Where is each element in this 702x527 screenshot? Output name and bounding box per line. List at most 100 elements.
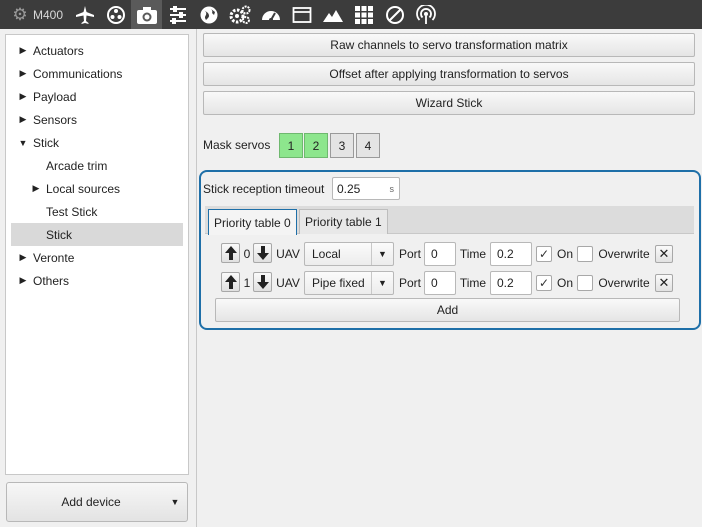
- device-name[interactable]: M400: [33, 8, 63, 22]
- tree-item[interactable]: ▶ Sensors: [11, 108, 183, 131]
- collapse-arrow-icon[interactable]: ▶: [17, 114, 29, 125]
- tree-item-label: Stick: [33, 135, 60, 150]
- device-tree-panel: ▶ Actuators ▶ Communications ▶ Payload ▶ Sensor…: [5, 34, 189, 475]
- gears-icon[interactable]: [224, 0, 255, 29]
- port-label: Port: [398, 247, 421, 261]
- collapse-arrow-icon[interactable]: ▶: [17, 91, 29, 102]
- tree-item-label: Payload: [33, 89, 77, 104]
- time-input[interactable]: 0.2: [490, 271, 532, 295]
- delete-row-button[interactable]: ✕: [655, 274, 673, 292]
- window-icon[interactable]: [286, 0, 317, 29]
- port-label: Port: [398, 276, 421, 290]
- on-label: On: [556, 247, 573, 261]
- close-icon: ✕: [658, 246, 670, 261]
- mask-servo-1-toggle[interactable]: 1: [279, 133, 303, 158]
- source-select-value: Pipe fixed: [312, 276, 365, 290]
- forbidden-icon[interactable]: [379, 0, 410, 29]
- device-gear-icon[interactable]: ⚙: [9, 4, 31, 26]
- collapse-arrow-icon[interactable]: ▶: [17, 275, 29, 286]
- tree-item-label: Others: [33, 273, 70, 288]
- add-device-button[interactable]: Add device ▼: [6, 482, 188, 522]
- source-select[interactable]: Local ▼: [304, 242, 394, 266]
- add-priority-row-button[interactable]: Add: [215, 298, 680, 322]
- on-checkbox[interactable]: ✓: [536, 246, 552, 262]
- row-index: 0: [243, 247, 251, 261]
- tree-item[interactable]: ▶ Veronte: [11, 246, 183, 269]
- on-label: On: [556, 276, 573, 290]
- arrow-up-icon: [224, 275, 237, 289]
- tree-item[interactable]: ▶ Communications: [11, 62, 183, 85]
- arrow-down-icon: [256, 246, 269, 260]
- tab-priority-table-1[interactable]: Priority table 1: [299, 209, 388, 234]
- stick-timeout-unit: s: [389, 183, 395, 194]
- uav-label: UAV: [276, 247, 300, 261]
- move-down-button[interactable]: [253, 272, 272, 292]
- wizard-stick-button[interactable]: Wizard Stick: [203, 91, 695, 115]
- chevron-down-icon[interactable]: ▼: [371, 272, 393, 294]
- tree-item[interactable]: ▶ Others: [11, 269, 183, 292]
- mountain-icon[interactable]: [317, 0, 348, 29]
- add-device-label: Add device: [61, 495, 121, 509]
- top-toolbar: ⚙ M400: [0, 0, 702, 29]
- sliders-icon[interactable]: [162, 0, 193, 29]
- close-icon: ✕: [658, 275, 670, 290]
- tree-item[interactable]: ▶ Local sources: [11, 177, 183, 200]
- tree-item[interactable]: Arcade trim: [11, 154, 183, 177]
- gauge-icon[interactable]: [255, 0, 286, 29]
- time-input[interactable]: 0.2: [490, 242, 532, 266]
- grid-icon[interactable]: [348, 0, 379, 29]
- port-input[interactable]: 0: [424, 242, 456, 266]
- delete-row-button[interactable]: ✕: [655, 245, 673, 263]
- tree-item-label: Local sources: [46, 181, 121, 196]
- move-up-button[interactable]: [221, 243, 240, 263]
- move-up-button[interactable]: [221, 272, 240, 292]
- expand-arrow-icon[interactable]: ▼: [17, 138, 29, 148]
- tree-item-label: Arcade trim: [46, 158, 108, 173]
- mask-servo-4-toggle[interactable]: 4: [356, 133, 380, 158]
- tree-item-label: Actuators: [33, 43, 84, 58]
- mask-servo-3-toggle[interactable]: 3: [330, 133, 354, 158]
- overwrite-checkbox[interactable]: [577, 275, 593, 291]
- uav-label: UAV: [276, 276, 300, 290]
- chevron-down-icon[interactable]: ▼: [371, 243, 393, 265]
- move-down-button[interactable]: [253, 243, 272, 263]
- tree-item-label: Test Stick: [46, 204, 98, 219]
- collapse-arrow-icon[interactable]: ▶: [30, 183, 42, 194]
- tree-item-label: Veronte: [33, 250, 75, 265]
- collapse-arrow-icon[interactable]: ▶: [17, 252, 29, 263]
- tree-item[interactable]: ▶ Actuators: [11, 39, 183, 62]
- globe-icon[interactable]: [193, 0, 224, 29]
- airplane-icon[interactable]: [69, 0, 100, 29]
- time-label: Time: [459, 247, 487, 261]
- source-select-value: Local: [312, 247, 341, 261]
- source-select[interactable]: Pipe fixed ▼: [304, 271, 394, 295]
- offset-transformation-button[interactable]: Offset after applying transformation to …: [203, 62, 695, 86]
- tree-item[interactable]: Stick: [11, 223, 183, 246]
- tree-item[interactable]: ▶ Payload: [11, 85, 183, 108]
- tree-item[interactable]: ▼ Stick: [11, 131, 183, 154]
- priority-tab-bar: Priority table 0 Priority table 1: [205, 206, 694, 235]
- port-input[interactable]: 0: [424, 271, 456, 295]
- broadcast-icon[interactable]: [410, 0, 441, 29]
- panel-divider[interactable]: [196, 29, 197, 527]
- tree-item-label: Stick: [46, 227, 73, 242]
- collapse-arrow-icon[interactable]: ▶: [17, 45, 29, 56]
- tree-item[interactable]: Test Stick: [11, 200, 183, 223]
- arrow-down-icon: [256, 275, 269, 289]
- mask-servo-2-toggle[interactable]: 2: [304, 133, 328, 158]
- overwrite-label: Overwrite: [598, 247, 650, 261]
- raw-channels-matrix-button[interactable]: Raw channels to servo transformation mat…: [203, 33, 695, 57]
- arrow-up-icon: [224, 246, 237, 260]
- overwrite-checkbox[interactable]: [577, 246, 593, 262]
- collapse-arrow-icon[interactable]: ▶: [17, 68, 29, 79]
- overwrite-label: Overwrite: [598, 276, 650, 290]
- time-label: Time: [459, 276, 487, 290]
- stick-timeout-label: Stick reception timeout: [203, 182, 325, 196]
- tree-item-label: Sensors: [33, 112, 78, 127]
- chevron-down-icon[interactable]: ▼: [163, 497, 187, 507]
- camera-icon[interactable]: [131, 0, 163, 29]
- stick-timeout-input[interactable]: 0.25 s: [332, 177, 400, 200]
- rotor-icon[interactable]: [100, 0, 131, 29]
- tab-priority-table-0[interactable]: Priority table 0: [208, 209, 297, 235]
- on-checkbox[interactable]: ✓: [536, 275, 552, 291]
